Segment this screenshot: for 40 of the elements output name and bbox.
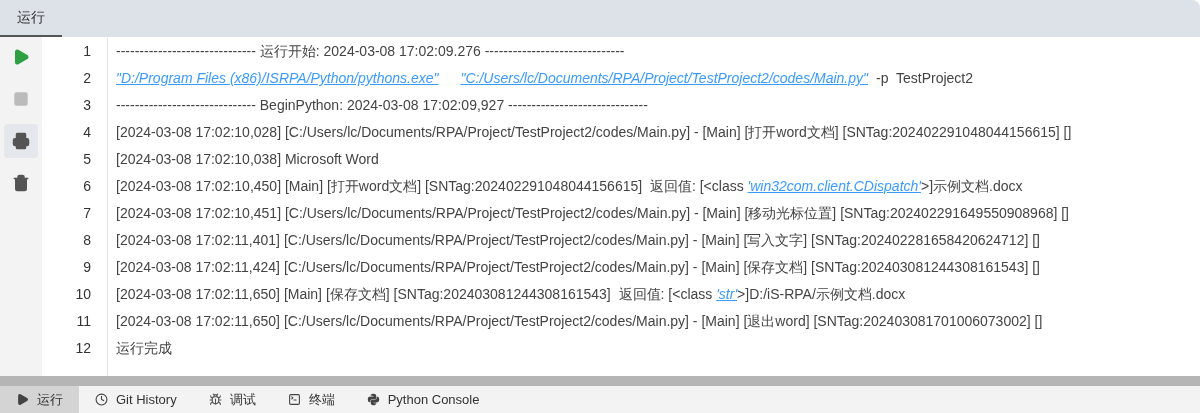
horizontal-scrollbar[interactable] bbox=[0, 376, 1200, 386]
line-number: 9 bbox=[82, 258, 91, 277]
bottom-tab[interactable]: 终端 bbox=[271, 386, 351, 413]
printer-icon bbox=[12, 132, 30, 150]
line-number: 4 bbox=[82, 123, 91, 142]
play-icon bbox=[12, 48, 30, 66]
line-number: 6 bbox=[82, 177, 91, 196]
log-line: [2024-03-08 17:02:10,450] [Main] [打开word文档] [SNTag:202402291048044156615] 返回值: [<class 'win32com.client.CDispatch'>]示例文档.docx bbox=[116, 177, 1023, 196]
bottom-tab[interactable]: Git History bbox=[79, 386, 193, 413]
line-number: 2 bbox=[82, 69, 91, 88]
line-number: 12 bbox=[74, 339, 91, 358]
print-button[interactable] bbox=[4, 124, 38, 158]
log-line: [2024-03-08 17:02:11,650] [Main] [保存文档] [SNTag:202403081244308161543] 返回值: [<class 'str'>]D:/iS-RPA/示例文档.docx bbox=[116, 285, 906, 304]
line-number: 3 bbox=[82, 96, 91, 115]
play-icon bbox=[16, 393, 29, 406]
log-line: ------------------------------ 运行开始: 2024-03-08 17:02:09.276 ------------------------------ bbox=[116, 42, 625, 61]
log-line: [2024-03-08 17:02:10,028] [C:/Users/lc/Documents/RPA/Project/TestProject2/codes/Main.py] - [Main] [打开word文档] [SNTag:202402291048044156615] [] bbox=[116, 123, 1072, 142]
bug-icon bbox=[208, 393, 222, 406]
python-icon bbox=[366, 393, 380, 406]
log-line: [2024-03-08 17:02:11,650] [C:/Users/lc/Documents/RPA/Project/TestProject2/codes/Main.py] - [Main] [退出word] [SNTag:202403081701006073002] [] bbox=[116, 312, 1043, 331]
line-number: 10 bbox=[74, 285, 91, 304]
bottom-tab[interactable]: Python Console bbox=[350, 386, 496, 413]
bottom-tab[interactable]: 调试 bbox=[192, 386, 272, 413]
bottom-tab[interactable]: 运行 bbox=[0, 386, 79, 413]
log-line: "D:/Program Files (x86)/ISRPA/Python/pythons.exe" "C:/Users/lc/Documents/RPA/Project/TestProject2/codes/Main.py" -p TestProject2 bbox=[116, 69, 974, 88]
log-line: [2024-03-08 17:02:10,451] [C:/Users/lc/Documents/RPA/Project/TestProject2/codes/Main.py] - [Main] [移动光标位置] [SNTag:202402291649550908968] [] bbox=[116, 204, 1069, 223]
clock-icon bbox=[95, 393, 108, 406]
line-number: 7 bbox=[82, 204, 91, 223]
log-line: [2024-03-08 17:02:11,401] [C:/Users/lc/Documents/RPA/Project/TestProject2/codes/Main.py] - [Main] [写入文字] [SNTag:202402281658420624712] [] bbox=[116, 231, 1040, 250]
stop-icon bbox=[13, 91, 29, 107]
trash-icon bbox=[12, 174, 30, 192]
log-line: 运行完成 bbox=[116, 339, 172, 358]
line-number: 1 bbox=[82, 42, 91, 61]
log-line: ------------------------------ BeginPython: 2024-03-08 17:02:09,927 ------------------------------ bbox=[116, 96, 648, 115]
line-number: 11 bbox=[75, 312, 91, 331]
terminal-icon bbox=[287, 393, 301, 406]
log-line: [2024-03-08 17:02:11,424] [C:/Users/lc/Documents/RPA/Project/TestProject2/codes/Main.py] - [Main] [保存文档] [SNTag:202403081244308161543] [] bbox=[116, 258, 1040, 277]
log-line: [2024-03-08 17:02:10,038] Microsoft Word bbox=[116, 150, 379, 169]
line-number: 8 bbox=[82, 231, 91, 250]
line-number: 5 bbox=[82, 150, 91, 169]
